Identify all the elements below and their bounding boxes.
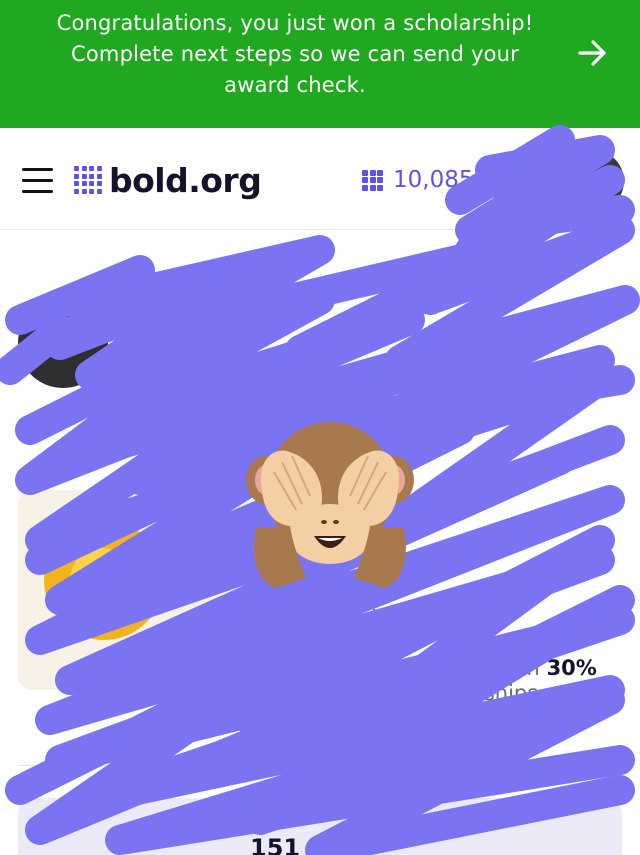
banner-message: Congratulations, you just won a scholars… <box>30 8 560 101</box>
banner-line-1: Congratulations, you just won a scholars… <box>56 11 534 35</box>
banner-line-3: award check. <box>224 73 366 97</box>
page: Congratulations, you just won a scholars… <box>0 0 640 855</box>
banner-line-2: Complete next steps so we can send your <box>71 42 519 66</box>
section-divider <box>18 765 622 766</box>
profile-avatar <box>18 298 108 388</box>
points-grid-icon <box>362 169 383 191</box>
see-no-evil-monkey-icon <box>246 422 414 588</box>
user-avatar[interactable] <box>562 150 624 212</box>
coin-face <box>70 548 134 612</box>
bold-points-counter[interactable]: 10,085 <box>362 164 473 196</box>
view-dashboard-link[interactable]: View Dashboard › <box>270 607 464 632</box>
logo-grid-icon <box>74 166 102 194</box>
scholarship-banner[interactable]: Congratulations, you just won a scholars… <box>0 0 640 128</box>
notification-badge: 10 <box>516 150 544 172</box>
arrow-right-icon[interactable] <box>574 38 610 68</box>
logo-text: bold.org <box>109 160 262 200</box>
earn-points-description: Earn Bold Points you earn 30% more likel… <box>270 656 620 706</box>
bottom-card-number: 151 <box>250 834 301 855</box>
bold-org-logo[interactable]: bold.org <box>74 160 262 200</box>
earn-text-suffix: scholarships <box>407 681 539 705</box>
earn-text-prefix: Earn Bold Points you earn <box>270 656 540 680</box>
bottom-card <box>18 798 622 855</box>
points-value: 10,085 <box>393 167 474 193</box>
hamburger-menu-icon[interactable] <box>22 168 54 194</box>
dashboard-link-label: View Dashboard <box>270 607 449 632</box>
top-navigation-bar: bold.org 10,085 10 <box>0 128 640 230</box>
